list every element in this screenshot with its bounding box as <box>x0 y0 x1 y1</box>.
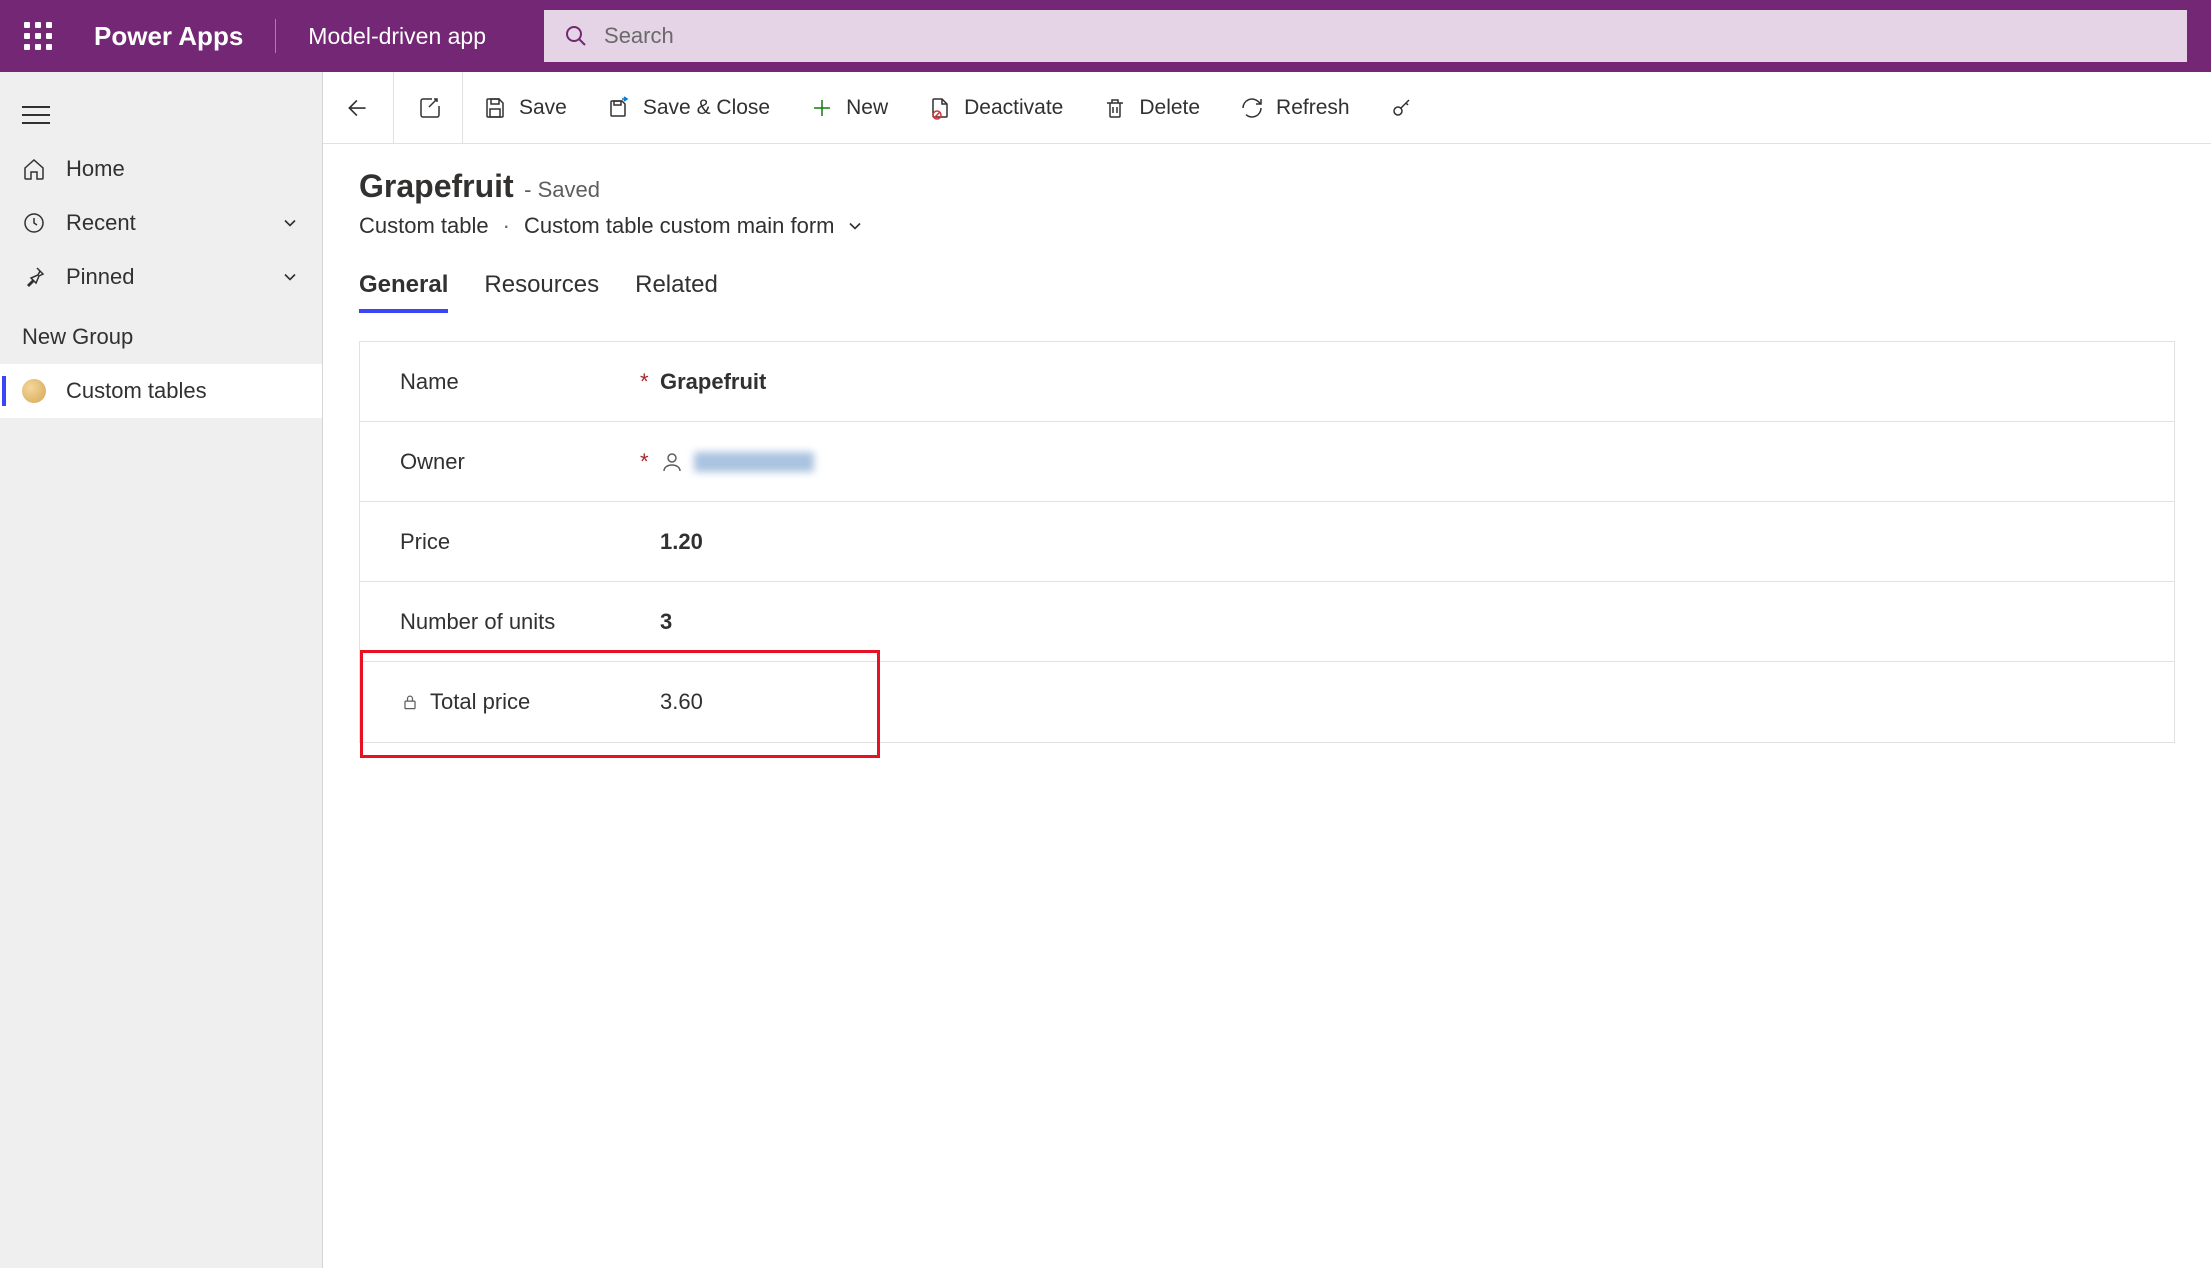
field-value <box>660 450 814 474</box>
key-icon <box>1390 96 1414 120</box>
nav-label: Home <box>66 156 125 182</box>
hamburger-icon[interactable] <box>22 106 50 124</box>
popout-icon <box>416 96 440 120</box>
app-header: Power Apps Model-driven app <box>0 0 2211 72</box>
lock-icon <box>400 692 420 712</box>
back-button[interactable] <box>323 72 394 143</box>
field-units[interactable]: Number of units 3 <box>360 582 2174 662</box>
form-picker[interactable]: Custom table custom main form <box>524 213 865 239</box>
open-new-window-button[interactable] <box>394 72 463 143</box>
record-title: Grapefruit <box>359 168 514 204</box>
entity-icon <box>22 379 46 403</box>
field-value: 3 <box>660 609 672 635</box>
header-divider <box>275 19 276 53</box>
nav-label: Recent <box>66 210 136 236</box>
field-label: Name <box>400 369 640 395</box>
pin-icon <box>22 265 46 289</box>
record-header: Grapefruit - Saved Custom table · Custom… <box>323 144 2211 239</box>
deactivate-icon <box>928 96 952 120</box>
field-value: Grapefruit <box>660 369 766 395</box>
form-area: Name * Grapefruit Owner * Price 1.20 <box>323 313 2211 771</box>
search-input[interactable] <box>604 23 2167 49</box>
button-label: Refresh <box>1276 96 1350 120</box>
field-label: Owner <box>400 449 640 475</box>
save-state: - Saved <box>524 177 600 202</box>
nav-custom-tables[interactable]: Custom tables <box>0 364 322 418</box>
nav-recent[interactable]: Recent <box>0 196 322 250</box>
clock-icon <box>22 211 46 235</box>
chevron-down-icon <box>280 267 300 287</box>
waffle-icon[interactable] <box>24 22 52 50</box>
search-icon <box>564 24 588 48</box>
button-label: New <box>846 96 888 120</box>
entity-name: Custom table <box>359 213 489 239</box>
field-name[interactable]: Name * Grapefruit <box>360 342 2174 422</box>
required-indicator: * <box>640 369 660 395</box>
chevron-down-icon <box>845 216 865 236</box>
form-name: Custom table custom main form <box>524 213 835 239</box>
separator-dot: · <box>503 213 510 239</box>
button-label: Save & Close <box>643 96 770 120</box>
save-close-icon <box>607 96 631 120</box>
nav-label: Custom tables <box>66 378 207 404</box>
save-button[interactable]: Save <box>463 72 587 143</box>
person-icon <box>660 450 684 474</box>
tab-resources[interactable]: Resources <box>484 271 599 313</box>
field-label: Price <box>400 529 640 555</box>
trash-icon <box>1103 96 1127 120</box>
content-area: Save Save & Close New Deactivate Delete … <box>323 72 2211 1268</box>
app-name[interactable]: Model-driven app <box>308 23 486 50</box>
tabs: General Resources Related <box>323 239 2211 313</box>
tab-related[interactable]: Related <box>635 271 718 313</box>
sidebar: Home Recent Pinned New Group Custom tabl… <box>0 72 323 1268</box>
delete-button[interactable]: Delete <box>1083 72 1220 143</box>
button-label: Delete <box>1139 96 1200 120</box>
save-close-button[interactable]: Save & Close <box>587 72 790 143</box>
tab-general[interactable]: General <box>359 271 448 313</box>
refresh-button[interactable]: Refresh <box>1220 72 1370 143</box>
button-label: Save <box>519 96 567 120</box>
form-container: Name * Grapefruit Owner * Price 1.20 <box>359 341 2175 743</box>
save-icon <box>483 96 507 120</box>
owner-value-redacted <box>694 452 814 472</box>
field-price[interactable]: Price 1.20 <box>360 502 2174 582</box>
field-value: 3.60 <box>660 689 703 715</box>
deactivate-button[interactable]: Deactivate <box>908 72 1083 143</box>
nav-group-label: New Group <box>0 304 322 364</box>
field-label: Number of units <box>400 609 640 635</box>
field-value: 1.20 <box>660 529 703 555</box>
refresh-icon <box>1240 96 1264 120</box>
chevron-down-icon <box>280 213 300 233</box>
field-label: Total price <box>400 689 640 715</box>
home-icon <box>22 157 46 181</box>
command-bar: Save Save & Close New Deactivate Delete … <box>323 72 2211 144</box>
nav-pinned[interactable]: Pinned <box>0 250 322 304</box>
required-indicator: * <box>640 449 660 475</box>
button-label: Deactivate <box>964 96 1063 120</box>
plus-icon <box>810 96 834 120</box>
search-box[interactable] <box>544 10 2187 62</box>
arrow-left-icon <box>345 95 371 121</box>
field-owner[interactable]: Owner * <box>360 422 2174 502</box>
check-access-button[interactable] <box>1370 72 1420 143</box>
brand-label: Power Apps <box>94 21 243 52</box>
nav-label: Pinned <box>66 264 135 290</box>
nav-home[interactable]: Home <box>0 142 322 196</box>
field-total-price: Total price 3.60 <box>360 662 2174 742</box>
new-button[interactable]: New <box>790 72 908 143</box>
